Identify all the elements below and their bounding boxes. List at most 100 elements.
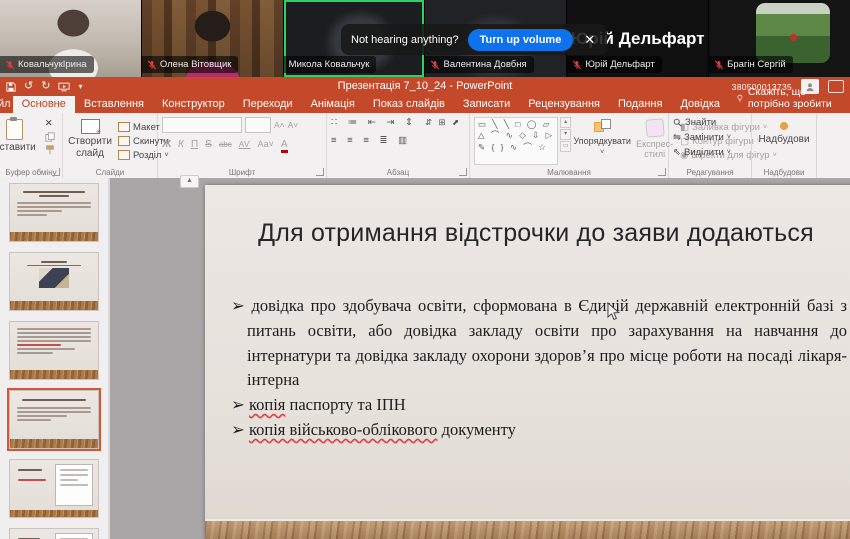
tab-home[interactable]: Основне [12, 96, 75, 113]
bullet-marker: ➢ [231, 296, 245, 315]
font-group: А˄ А˅ Ж К П S abc АѴ Аа˅ А Шрифт [158, 113, 327, 178]
participant-name: КовальчукІрина [18, 59, 87, 70]
slide-floor-image [205, 519, 850, 539]
thumbnail-floor-image [10, 510, 98, 517]
tab-transitions[interactable]: Переходи [234, 96, 302, 113]
find-button[interactable]: Знайти [673, 117, 747, 128]
participant-name: Микола Ковальчук [288, 59, 370, 70]
paragraph-extra-icons[interactable]: ⇵ ⊞ ⬈ [425, 117, 461, 148]
mic-off-icon [714, 59, 724, 70]
bold-button[interactable]: Ж [162, 139, 171, 150]
slide-thumbnail-pane[interactable] [0, 178, 110, 539]
participant-name-tag: КовальчукІрина [0, 56, 94, 73]
arrange-button[interactable]: Упорядкувати ˅ [573, 117, 631, 165]
tab-review[interactable]: Рецензування [519, 96, 609, 113]
font-dialog-launcher[interactable] [316, 168, 324, 176]
tab-slideshow[interactable]: Показ слайдів [364, 96, 454, 113]
font-color-button[interactable]: А [280, 140, 288, 153]
cut-button[interactable]: ✕ [45, 118, 55, 129]
slide-thumbnail-5[interactable] [10, 460, 98, 517]
meeting-video-strip: КовальчукІрина Олена Вітовщик Микола Ков… [0, 0, 850, 77]
slide-thumbnail-4-selected[interactable] [7, 388, 101, 451]
window-title: Презентація 7_10_24 - PowerPoint [337, 80, 513, 92]
turn-up-volume-button[interactable]: Turn up volume [467, 28, 574, 51]
slides-group: Створити слайд Макет˅ Скинути Розділ˅ Сл… [63, 113, 169, 178]
copy-icon[interactable] [45, 132, 55, 142]
paragraph-group: ∷ ≔ ⇤ ⇥ ⇕ ≡ ≡ ≡ ≣ ▥ ⇵ ⊞ ⬈ Абзац [327, 113, 470, 178]
tab-help[interactable]: Довідка [671, 96, 729, 113]
select-button[interactable]: ⇖ Виділити ˅ [673, 147, 747, 158]
addins-button[interactable]: Надбудови [756, 117, 812, 148]
paragraph-dialog-launcher[interactable] [459, 168, 467, 176]
paste-icon [5, 117, 23, 140]
thumbnail-floor-image [10, 301, 98, 310]
slide-title[interactable]: Для отримання відстрочки до заяви додают… [235, 219, 837, 248]
font-size-box[interactable] [245, 117, 271, 133]
participant-name: Валентина Довбня [443, 59, 527, 70]
tab-animations[interactable]: Анімація [302, 96, 364, 113]
shrink-font-icon[interactable]: А˅ [288, 120, 299, 130]
clipboard-group: Вставити ✕ Буфер обміну [0, 113, 63, 178]
reset-icon [118, 136, 130, 146]
mic-off-icon [573, 59, 582, 70]
participant-tile-avatar[interactable]: Брагін Сергій [709, 0, 850, 77]
participant-tile[interactable]: КовальчукІрина [0, 0, 141, 77]
editing-group: Знайти ⇋ Замінити ˅ ⇖ Виділити ˅ Редагування [669, 113, 752, 178]
grow-font-icon[interactable]: А˄ [274, 120, 285, 130]
thumbnail-floor-image [10, 232, 98, 241]
tab-insert[interactable]: Вставлення [75, 96, 153, 113]
paragraph-row2-icons[interactable]: ≡ ≡ ≡ ≣ ▥ [331, 135, 417, 148]
strikethrough-button[interactable]: S [205, 139, 212, 150]
powerpoint-title-bar: ↺ ↻ ▾ Презентація 7_10_24 - PowerPoint 3… [0, 77, 850, 96]
drawing-group: ▭ ╲ ╲ □ ◯ ▱ △ ⌒ ∿ ◇ ⇩ ▷ ✎ { } ∿ ⌒ ☆ ▴ ▾ ▭ … [470, 113, 777, 178]
replace-button[interactable]: ⇋ Замінити ˅ [673, 132, 747, 143]
shapes-gallery-scrollbar[interactable]: ▴ ▾ ▭ [560, 117, 572, 165]
text-shadow-button[interactable]: abc [219, 140, 232, 149]
layout-icon [118, 122, 130, 132]
slide-thumbnail-6[interactable] [10, 529, 98, 539]
underline-button[interactable]: П [191, 139, 198, 150]
current-slide-canvas[interactable]: Для отримання відстрочки до заяви додают… [205, 185, 850, 539]
mic-off-icon [147, 59, 156, 70]
slide-thumbnail-3[interactable] [10, 322, 98, 379]
format-painter-icon[interactable] [45, 145, 55, 155]
tab-file[interactable]: Файл [0, 96, 13, 113]
select-icon: ⇖ [673, 147, 681, 158]
arrange-icon [593, 119, 611, 134]
toast-close-icon[interactable]: ✕ [582, 32, 597, 48]
replace-icon: ⇋ [673, 132, 681, 143]
paragraph-row1-icons[interactable]: ∷ ≔ ⇤ ⇥ ⇕ [331, 117, 417, 130]
tab-design[interactable]: Конструктор [153, 96, 234, 113]
participant-name-tag: Олена Вітовщик [141, 56, 239, 73]
bullet-marker: ➢ [231, 419, 245, 439]
addins-icon [780, 122, 788, 130]
participant-name: Брагін Сергій [727, 59, 786, 70]
addins-group: Надбудови Надбудови [752, 113, 817, 178]
clipboard-dialog-launcher[interactable] [52, 168, 60, 176]
ribbon-spacer [817, 113, 850, 178]
slide-thumbnail-2[interactable] [10, 253, 98, 310]
bullet-marker: ➢ [231, 395, 245, 414]
paste-button[interactable]: Вставити [0, 117, 39, 156]
collapse-ribbon-button[interactable]: ▲ [180, 175, 199, 188]
italic-button[interactable]: К [178, 139, 184, 150]
shapes-gallery[interactable]: ▭ ╲ ╲ □ ◯ ▱ △ ⌒ ∿ ◇ ⇩ ▷ ✎ { } ∿ ⌒ ☆ [474, 117, 559, 165]
tell-me-box[interactable]: Скажіть, що потрібно зробити [729, 84, 850, 113]
drawing-dialog-launcher[interactable] [658, 168, 666, 176]
tab-record[interactable]: Записати [454, 96, 519, 113]
participant-name: Юрій Дельфарт [585, 59, 655, 70]
slide-body-text[interactable]: ➢ довідка про здобувача освіти, сформова… [231, 294, 847, 443]
participant-name-tag: Брагін Сергій [709, 56, 793, 73]
font-name-box[interactable] [162, 117, 242, 133]
mouse-cursor [607, 302, 620, 321]
character-spacing-button[interactable]: АѴ [239, 140, 251, 149]
participant-avatar-photo [756, 3, 831, 63]
magnifier-icon [673, 118, 682, 127]
participant-name-tag: Юрій Дельфарт [567, 56, 662, 73]
slide-thumbnail-1[interactable] [10, 184, 98, 241]
participant-tile[interactable]: Олена Вітовщик [141, 0, 283, 77]
section-icon [118, 150, 130, 160]
tab-view[interactable]: Подання [609, 96, 671, 113]
change-case-button[interactable]: Аа˅ [257, 139, 273, 149]
new-slide-button[interactable]: Створити слайд [67, 117, 113, 165]
